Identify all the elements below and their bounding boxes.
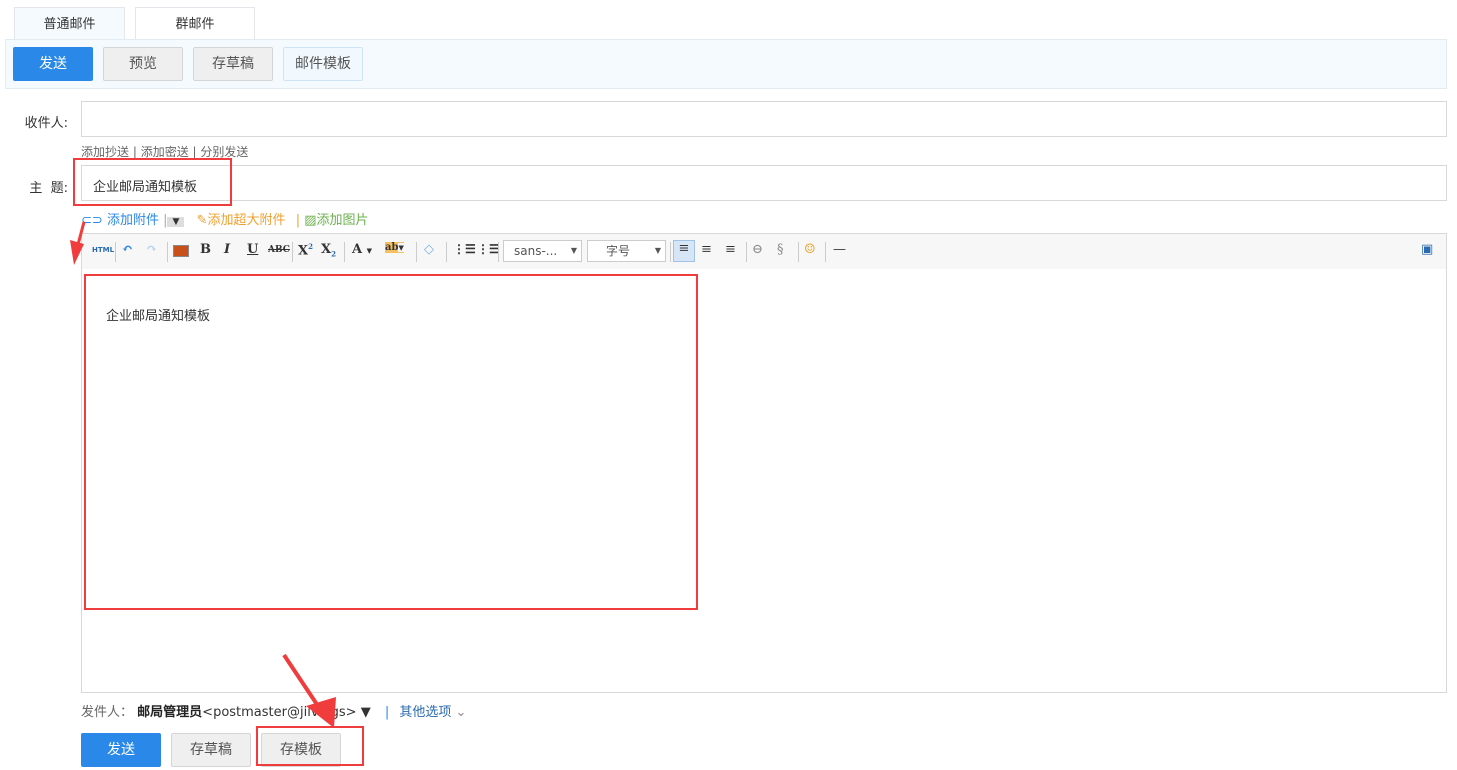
arrow-head-editor <box>70 240 84 265</box>
annotation-arrows <box>70 221 336 728</box>
arrow-head-save-template <box>306 697 336 728</box>
